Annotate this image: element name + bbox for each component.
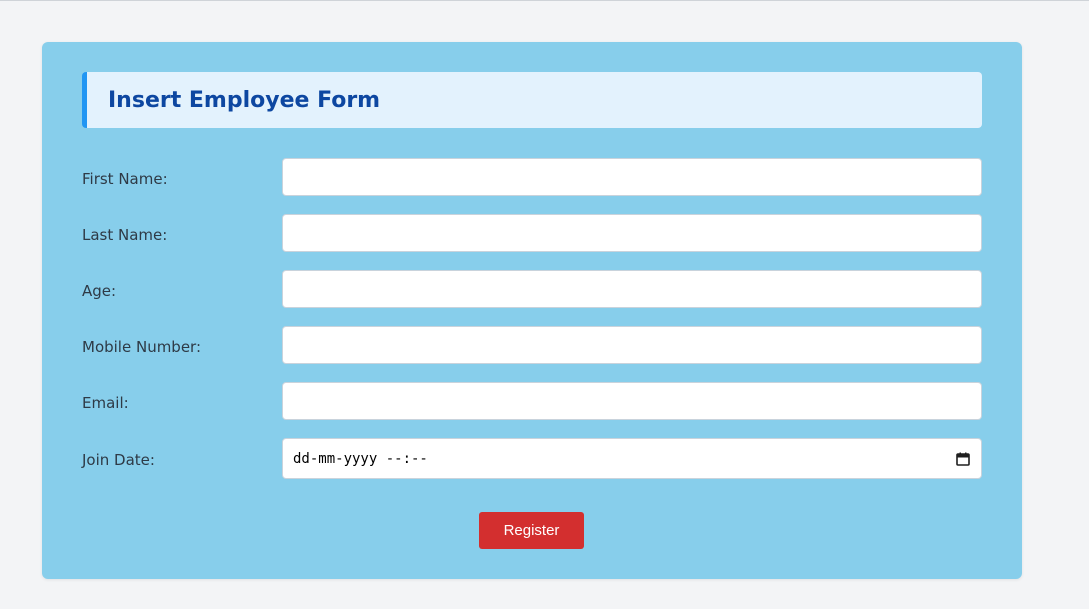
email-input[interactable] [282, 382, 982, 420]
form-title-banner: Insert Employee Form [82, 72, 982, 128]
calendar-icon[interactable] [956, 452, 970, 466]
join-date-placeholder: dd-mm-yyyy --:-- [293, 450, 428, 467]
last-name-input[interactable] [282, 214, 982, 252]
first-name-input[interactable] [282, 158, 982, 196]
first-name-label: First Name: [82, 170, 168, 188]
age-label: Age: [82, 282, 117, 300]
email-label: Email: [82, 394, 129, 412]
age-input[interactable] [282, 270, 982, 308]
employee-form-card: Insert Employee Form First Name: Last Na… [42, 42, 1022, 579]
last-name-label: Last Name: [82, 226, 168, 244]
join-date-input[interactable]: dd-mm-yyyy --:-- [282, 438, 982, 479]
mobile-number-input[interactable] [282, 326, 982, 364]
register-button[interactable]: Register [479, 512, 584, 549]
join-date-label: Join Date: [82, 451, 155, 469]
top-divider [0, 0, 1089, 1]
mobile-number-label: Mobile Number: [82, 338, 202, 356]
form-title: Insert Employee Form [108, 87, 381, 113]
